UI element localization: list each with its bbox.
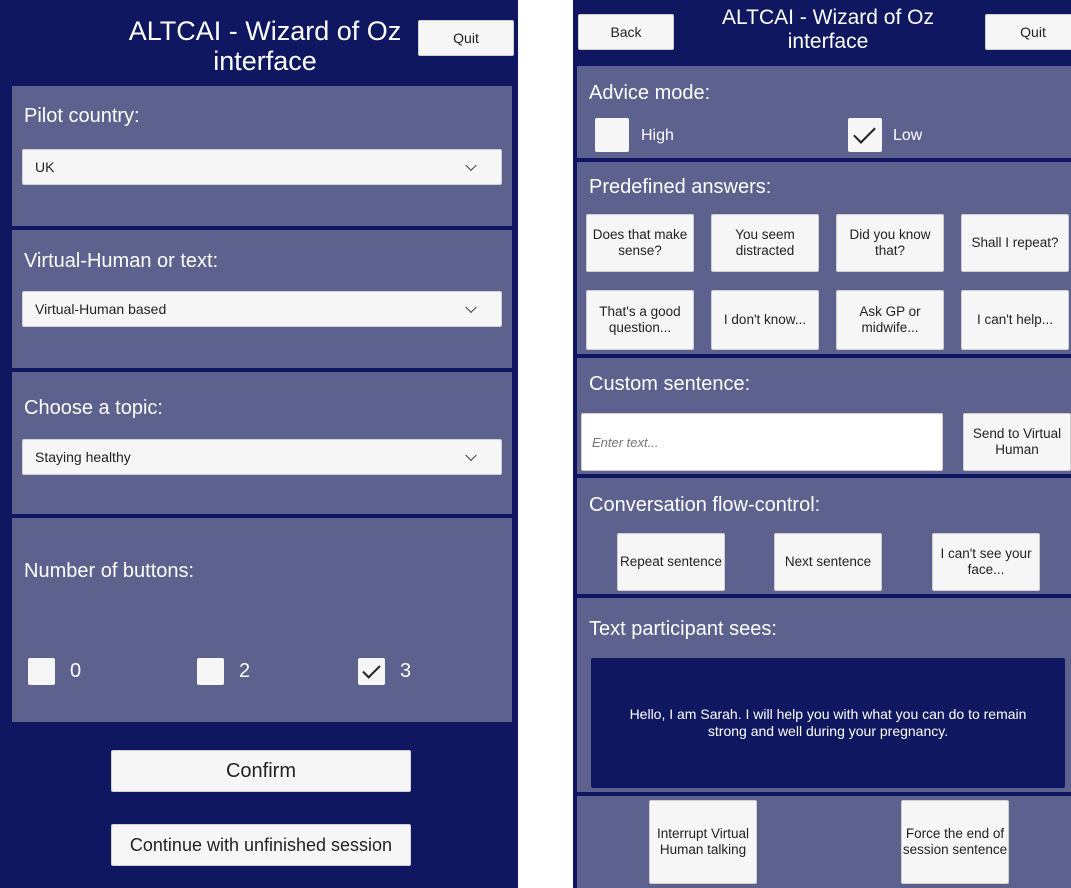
predefined-answer-button[interactable]: That's a good question... <box>586 290 694 350</box>
pilot-country-value: UK <box>35 159 55 175</box>
repeat-sentence-button[interactable]: Repeat sentence <box>617 533 725 591</box>
advice-mode-section: Advice mode: High Low <box>577 66 1071 158</box>
predefined-answer-button[interactable]: Ask GP or midwife... <box>836 290 944 350</box>
check-icon <box>853 121 876 144</box>
checkbox-0-label: 0 <box>70 660 82 682</box>
predefined-answer-button[interactable]: Shall I repeat? <box>961 214 1069 272</box>
flow-control-section: Conversation flow-control: Repeat senten… <box>577 478 1071 594</box>
page-title: ALTCAI - Wizard of Oz interface <box>128 16 402 77</box>
custom-sentence-label: Custom sentence: <box>589 373 751 395</box>
session-control-section: Interrupt Virtual Human talking Force th… <box>577 796 1071 888</box>
chevron-down-icon <box>465 301 477 314</box>
checkbox-3[interactable] <box>358 658 385 685</box>
predefined-answer-button[interactable]: I can't help... <box>961 290 1069 350</box>
custom-sentence-input[interactable] <box>581 413 943 471</box>
predefined-answer-button[interactable]: I don't know... <box>711 290 819 350</box>
number-of-buttons-section: Number of buttons: 0 2 3 <box>12 518 512 722</box>
quit-button[interactable]: Quit <box>418 20 514 56</box>
predefined-answers-section: Predefined answers: Does that make sense… <box>577 162 1071 354</box>
checkbox-high-label: High <box>641 127 674 144</box>
pilot-country-dropdown[interactable]: UK <box>22 149 502 185</box>
mode-dropdown[interactable]: Virtual-Human based <box>22 291 502 327</box>
pilot-country-section: Pilot country: UK <box>12 86 512 226</box>
checkbox-low-label: Low <box>893 127 923 144</box>
checkbox-low[interactable] <box>848 118 882 152</box>
advice-mode-label: Advice mode: <box>589 82 711 104</box>
topic-dropdown[interactable]: Staying healthy <box>22 439 502 475</box>
interrupt-button[interactable]: Interrupt Virtual Human talking <box>649 800 757 884</box>
number-of-buttons-label: Number of buttons: <box>24 560 195 582</box>
checkbox-2-label: 2 <box>239 660 251 682</box>
checkbox-0[interactable] <box>28 658 55 685</box>
predefined-answer-button[interactable]: Does that make sense? <box>586 214 694 272</box>
custom-sentence-section: Custom sentence: Send to Virtual Human <box>577 358 1071 474</box>
quit-button[interactable]: Quit <box>985 14 1071 50</box>
confirm-button[interactable]: Confirm <box>111 750 411 792</box>
mode-label: Virtual-Human or text: <box>24 250 219 272</box>
mode-section: Virtual-Human or text: Virtual-Human bas… <box>12 230 512 368</box>
next-sentence-button[interactable]: Next sentence <box>774 533 882 591</box>
page-title: ALTCAI - Wizard of Oz interface <box>722 6 934 53</box>
participant-text-label: Text participant sees: <box>589 618 777 640</box>
check-icon <box>362 660 381 679</box>
cant-see-face-button[interactable]: I can't see your face... <box>932 533 1040 591</box>
participant-text: Hello, I am Sarah. I will help you with … <box>629 705 1027 740</box>
force-end-button[interactable]: Force the end of session sentence <box>901 800 1009 884</box>
pilot-country-label: Pilot country: <box>24 105 140 127</box>
chevron-down-icon <box>465 159 477 172</box>
send-to-virtual-human-button[interactable]: Send to Virtual Human <box>963 413 1071 471</box>
continue-session-button[interactable]: Continue with unfinished session <box>111 824 411 866</box>
checkbox-high[interactable] <box>595 118 629 152</box>
back-button[interactable]: Back <box>578 14 674 50</box>
predefined-answers-label: Predefined answers: <box>589 176 772 198</box>
topic-value: Staying healthy <box>35 449 131 465</box>
setup-panel: ALTCAI - Wizard of Oz interface Quit Pil… <box>0 0 518 888</box>
predefined-answer-button[interactable]: Did you know that? <box>836 214 944 272</box>
checkbox-3-label: 3 <box>400 660 412 682</box>
participant-text-section: Text participant sees: Hello, I am Sarah… <box>577 598 1071 792</box>
flow-control-label: Conversation flow-control: <box>589 494 821 516</box>
wizard-panel: Back ALTCAI - Wizard of Oz interface Qui… <box>573 0 1071 888</box>
topic-section: Choose a topic: Staying healthy <box>12 372 512 514</box>
participant-text-display: Hello, I am Sarah. I will help you with … <box>591 658 1065 788</box>
topic-label: Choose a topic: <box>24 397 163 419</box>
chevron-down-icon <box>465 449 477 462</box>
mode-value: Virtual-Human based <box>35 301 167 317</box>
predefined-answer-button[interactable]: You seem distracted <box>711 214 819 272</box>
checkbox-2[interactable] <box>197 658 224 685</box>
